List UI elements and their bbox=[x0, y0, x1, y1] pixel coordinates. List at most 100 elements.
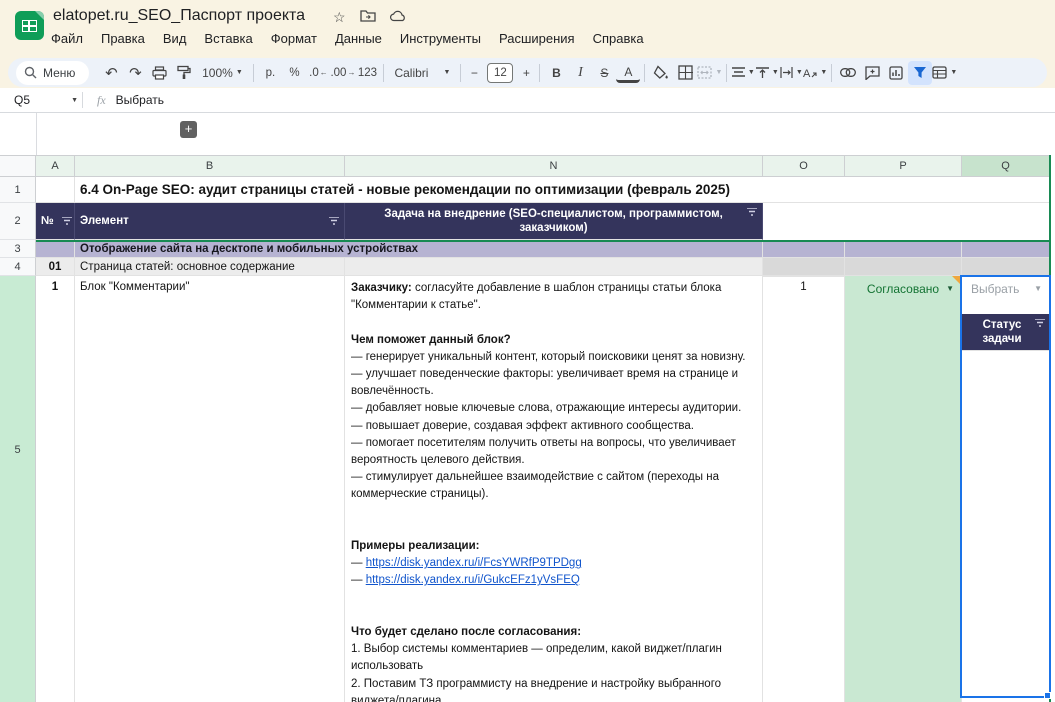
status-placeholder: Выбрать bbox=[971, 282, 1019, 296]
menu-edit[interactable]: Правка bbox=[101, 31, 145, 46]
increase-font-size-button[interactable]: + bbox=[517, 61, 535, 85]
print-button[interactable] bbox=[147, 61, 171, 85]
dropdown-arrow-icon[interactable]: ▼ bbox=[1034, 284, 1042, 293]
text-rotation-button[interactable]: A▼ bbox=[803, 61, 827, 85]
decrease-font-size-button[interactable]: − bbox=[465, 61, 483, 85]
menu-file[interactable]: Файл bbox=[51, 31, 83, 46]
fill-color-button[interactable] bbox=[649, 61, 673, 85]
column-header-b[interactable]: B bbox=[75, 155, 345, 177]
yandex-disk-link[interactable]: https://disk.yandex.ru/i/FcsYWRfP9TPDgg bbox=[366, 557, 582, 569]
toolbar-search[interactable]: Меню bbox=[16, 61, 89, 85]
more-formats-button[interactable]: 123 bbox=[355, 61, 379, 85]
insert-comment-button[interactable] bbox=[860, 61, 884, 85]
formula-input[interactable]: Выбрать bbox=[116, 93, 164, 107]
cell-a3[interactable] bbox=[36, 240, 75, 258]
agreed-value: Согласовано bbox=[867, 282, 939, 296]
subsection-number[interactable]: 01 bbox=[36, 258, 75, 276]
header-element[interactable]: Элемент bbox=[75, 203, 345, 240]
cloud-status-icon[interactable] bbox=[390, 9, 407, 26]
menu-extensions[interactable]: Расширения bbox=[499, 31, 575, 46]
cell-p3[interactable] bbox=[845, 240, 962, 258]
cell-o3[interactable] bbox=[763, 240, 845, 258]
toolbar: Меню ↶ ↷ 100%▼ р. % .0← .00→ 123 Calibri… bbox=[8, 58, 1047, 87]
menu-bar: Файл Правка Вид Вставка Формат Данные Ин… bbox=[51, 31, 644, 46]
cell-n4[interactable] bbox=[345, 258, 763, 276]
dropdown-arrow-icon[interactable]: ▼ bbox=[946, 284, 954, 293]
section-row[interactable]: Отображение сайта на десктопе и мобильны… bbox=[75, 240, 763, 258]
star-icon[interactable]: ☆ bbox=[333, 9, 346, 26]
column-header-o[interactable]: O bbox=[763, 155, 845, 177]
cell-p4[interactable] bbox=[845, 258, 962, 276]
strikethrough-button[interactable]: S bbox=[592, 61, 616, 85]
menu-tools[interactable]: Инструменты bbox=[400, 31, 481, 46]
priority-cell[interactable]: 1 bbox=[763, 276, 845, 702]
font-select[interactable]: Calibri▼ bbox=[388, 61, 456, 85]
subsection-label[interactable]: Страница статей: основное содержание bbox=[75, 258, 345, 276]
move-folder-icon[interactable] bbox=[360, 9, 376, 26]
name-box[interactable]: Q5 ▼ bbox=[0, 93, 78, 107]
filter-button[interactable] bbox=[908, 61, 932, 85]
document-title[interactable]: elatopet.ru_SEO_Паспорт проекта bbox=[53, 7, 305, 25]
sheets-logo-icon[interactable] bbox=[15, 11, 44, 40]
cell-a1[interactable] bbox=[36, 177, 75, 203]
menu-format[interactable]: Формат bbox=[271, 31, 317, 46]
task-description-cell[interactable]: Заказчику: согласуйте добавление в шабло… bbox=[345, 276, 763, 702]
borders-button[interactable] bbox=[673, 61, 697, 85]
svg-text:A: A bbox=[803, 68, 811, 79]
merge-cells-button[interactable]: ▼ bbox=[697, 61, 722, 85]
cell-b1-project-title[interactable]: 6.4 On-Page SEO: аудит страницы статей -… bbox=[75, 177, 1050, 203]
menu-view[interactable]: Вид bbox=[163, 31, 187, 46]
task-number-cell[interactable]: 1 bbox=[36, 276, 75, 702]
expand-column-group-button[interactable]: + bbox=[180, 121, 197, 138]
note-marker bbox=[952, 276, 961, 285]
row-header-5[interactable]: 5 bbox=[0, 276, 36, 702]
status-cell[interactable]: Выбрать ▼ bbox=[962, 276, 1050, 702]
cell-q3[interactable] bbox=[962, 240, 1050, 258]
italic-button[interactable]: I bbox=[568, 61, 592, 85]
row-header-1[interactable]: 1 bbox=[0, 177, 36, 203]
yandex-disk-link[interactable]: https://disk.yandex.ru/i/GukcEFz1yVsFEQ bbox=[366, 574, 580, 586]
filter-views-button[interactable]: ▼ bbox=[932, 61, 957, 85]
filter-funnel-icon[interactable] bbox=[329, 217, 339, 226]
header-task[interactable]: Задача на внедрение (SEO-специалистом, п… bbox=[345, 203, 763, 240]
zoom-select[interactable]: 100%▼ bbox=[195, 61, 249, 85]
menu-data[interactable]: Данные bbox=[335, 31, 382, 46]
column-header-q[interactable]: Q bbox=[962, 155, 1050, 177]
percent-format-button[interactable]: % bbox=[282, 61, 306, 85]
undo-button[interactable]: ↶ bbox=[99, 61, 123, 85]
redo-button[interactable]: ↷ bbox=[123, 61, 147, 85]
font-size-input[interactable]: 12 bbox=[487, 63, 513, 83]
search-icon bbox=[24, 66, 37, 79]
cell-reference: Q5 bbox=[14, 93, 30, 107]
decrease-decimal-button[interactable]: .0← bbox=[306, 61, 330, 85]
text-color-button[interactable]: A bbox=[616, 65, 640, 83]
select-all-corner[interactable] bbox=[0, 155, 36, 177]
column-header-a[interactable]: A bbox=[36, 155, 75, 177]
task-element-cell[interactable]: Блок "Комментарии" bbox=[75, 276, 345, 702]
menu-help[interactable]: Справка bbox=[593, 31, 644, 46]
menu-insert[interactable]: Вставка bbox=[204, 31, 252, 46]
filter-range-border bbox=[1049, 155, 1051, 702]
increase-decimal-button[interactable]: .00→ bbox=[330, 61, 355, 85]
filter-funnel-icon[interactable] bbox=[62, 217, 72, 226]
row-header-2[interactable]: 2 bbox=[0, 203, 36, 240]
currency-format-button[interactable]: р. bbox=[258, 61, 282, 85]
cell-o4[interactable] bbox=[763, 258, 845, 276]
cell-q4[interactable] bbox=[962, 258, 1050, 276]
horizontal-align-button[interactable]: ▼ bbox=[731, 61, 755, 85]
column-header-n[interactable]: N bbox=[345, 155, 763, 177]
agreed-cell[interactable]: Согласовано ▼ bbox=[845, 276, 962, 702]
insert-chart-button[interactable] bbox=[884, 61, 908, 85]
header-number[interactable]: № bbox=[36, 203, 75, 240]
row-header-4[interactable]: 4 bbox=[0, 258, 36, 276]
insert-link-button[interactable] bbox=[836, 61, 860, 85]
paint-format-button[interactable] bbox=[171, 61, 195, 85]
filter-funnel-icon[interactable] bbox=[747, 208, 757, 217]
text-wrap-button[interactable]: ▼ bbox=[779, 61, 803, 85]
column-header-p[interactable]: P bbox=[845, 155, 962, 177]
spreadsheet-grid: + A B N O P Q 1 2 3 4 5 6.4 On-Page SEO:… bbox=[0, 113, 1055, 702]
row-header-3[interactable]: 3 bbox=[0, 240, 36, 258]
vertical-align-button[interactable]: ▼ bbox=[755, 61, 779, 85]
bold-button[interactable]: B bbox=[544, 61, 568, 85]
fill-handle[interactable] bbox=[1044, 692, 1051, 699]
